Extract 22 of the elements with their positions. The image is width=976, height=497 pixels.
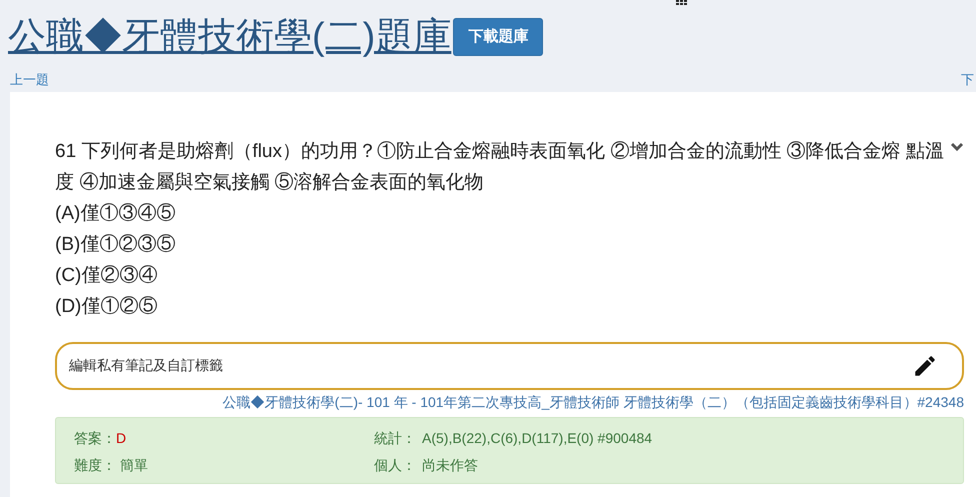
previous-link[interactable]: 上一題 [10, 70, 49, 90]
stats-label: 統計： [374, 428, 416, 448]
page-title[interactable]: 公職◆牙體技術學(二)題庫 [8, 14, 452, 60]
answer-option: (B)僅①②③⑤ [55, 228, 176, 260]
note-field[interactable]: 編輯私有筆記及自訂標籤 [55, 342, 964, 390]
answer-value: D [116, 428, 126, 448]
answer-option: (D)僅①②⑤ [55, 290, 158, 322]
next-link[interactable]: 下 [961, 70, 974, 90]
grid-icon[interactable] [676, 0, 688, 6]
stats-value: A(5),B(22),C(6),D(117),E(0) #900484 [422, 428, 652, 448]
answer-label: 答案： [74, 428, 116, 448]
source-link[interactable]: 公職◆牙體技術學(二)- 101 年 - 101年第二次專技高_牙體技術師 牙體技術學（二）（包括固定義齒技術學科目）#24348 [222, 392, 964, 412]
difficulty-label: 難度： [74, 456, 116, 475]
answer-option: (C)僅②③④ [55, 260, 158, 290]
personal-label: 個人： [374, 456, 416, 475]
chevron-down-icon[interactable] [950, 142, 964, 152]
personal-value: 尚未作答 [422, 456, 478, 475]
difficulty-value: 簡單 [120, 456, 148, 475]
download-button[interactable]: 下載題庫 [453, 18, 544, 56]
question-text: 61 下列何者是助熔劑（flux）的功用？①防止合金熔融時表面氧化 ②增加合金的流動性 ③降低合金熔 點溫度 ④加速金屬與空氣接觸 ⑤溶解合金表面的氧化物 [55, 140, 944, 194]
note-placeholder: 編輯私有筆記及自訂標籤 [69, 356, 223, 375]
answer-option: (A)僅①③④⑤ [55, 198, 176, 228]
